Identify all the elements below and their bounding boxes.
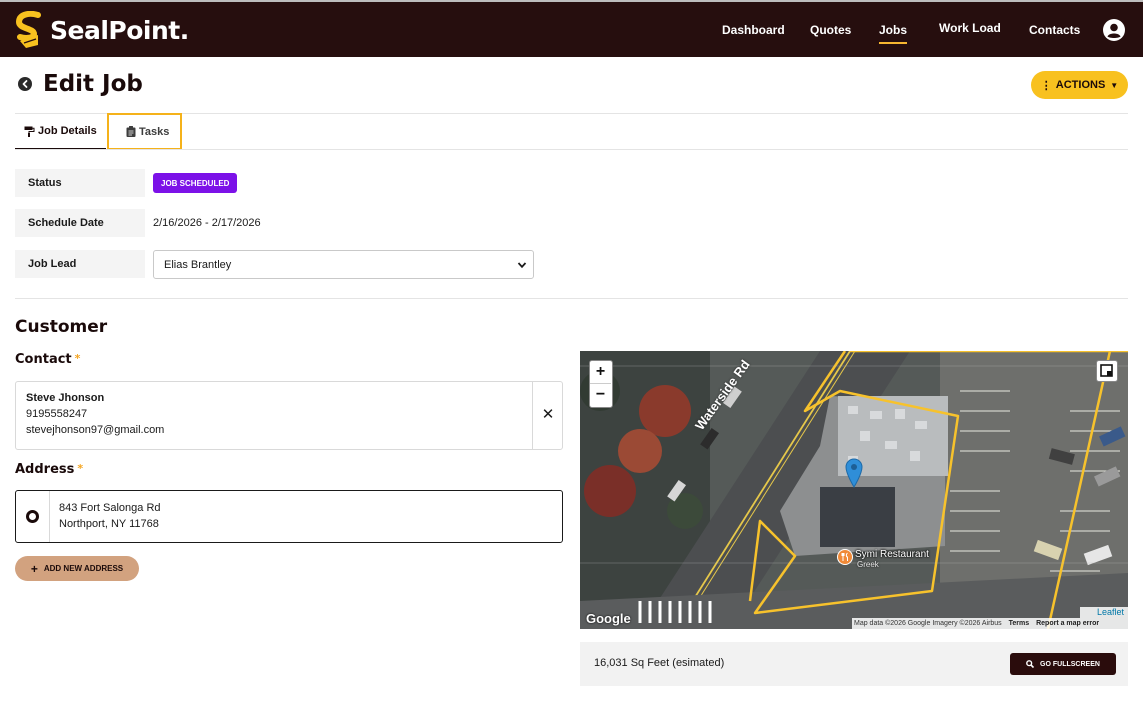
satellite-imagery [580, 351, 1128, 629]
map-data-attribution: Map data ©2026 Google Imagery ©2026 Airb… [854, 620, 1002, 627]
nav-item-contacts[interactable]: Contacts [1029, 23, 1080, 37]
go-fullscreen-label: GO FULLSCREEN [1040, 660, 1100, 668]
nav-item-quotes[interactable]: Quotes [810, 23, 851, 37]
tab-tasks-label: Tasks [139, 125, 170, 138]
location-pin-icon[interactable] [845, 458, 863, 488]
contact-card-divider [532, 382, 533, 449]
add-new-address-label: ADD NEW ADDRESS [43, 564, 124, 573]
contact-phone: 9195558247 [26, 408, 88, 420]
search-icon [1026, 660, 1035, 668]
nav-item-workload[interactable]: Work Load [939, 21, 1001, 35]
sealpoint-logo-icon [15, 11, 41, 48]
poi-category: Greek [857, 560, 879, 569]
area-estimate: 16,031 Sq Feet (esimated) [594, 657, 725, 669]
address-radio-selected[interactable] [26, 510, 39, 523]
map-attribution-bar: Map data ©2026 Google Imagery ©2026 Airb… [852, 618, 1128, 629]
contact-heading-label: Contact [15, 352, 72, 367]
poi-name: Symi Restaurant [855, 549, 929, 560]
caret-down-icon: ▼ [1110, 80, 1119, 90]
kebab-icon: ⋮ [1040, 79, 1052, 92]
schedule-date-value: 2/16/2026 - 2/17/2026 [153, 217, 261, 229]
section-divider [15, 298, 1128, 299]
address-heading: Address * [15, 462, 83, 477]
brand-name: SealPoint. [50, 15, 189, 45]
nav-item-jobs[interactable]: Jobs [879, 23, 908, 44]
job-lead-label: Job Lead [15, 250, 145, 278]
user-circle-icon[interactable] [1103, 19, 1125, 41]
zoom-control: + − [589, 360, 613, 408]
go-fullscreen-button[interactable]: GO FULLSCREEN [1010, 653, 1116, 675]
tabs-divider [15, 149, 1128, 150]
clipboard-icon [126, 126, 136, 137]
active-nav-indicator [879, 42, 908, 44]
actions-label: ACTIONS [1055, 79, 1106, 91]
address-line2: Northport, NY 11768 [59, 518, 159, 530]
contact-email: stevejhonson97@gmail.com [26, 424, 165, 436]
satellite-map[interactable]: Waterside Rd + − Symi Restaurant Greek G… [580, 351, 1128, 629]
tab-job-details[interactable]: Job Details [15, 114, 106, 150]
nav-item-jobs-label: Jobs [879, 23, 908, 37]
restaurant-icon [837, 549, 853, 565]
contact-heading: Contact * [15, 352, 80, 367]
address-line1: 843 Fort Salonga Rd [59, 502, 161, 514]
add-new-address-button[interactable]: + ADD NEW ADDRESS [15, 556, 139, 581]
status-badge: JOB SCHEDULED [153, 173, 238, 193]
map-footer: 16,031 Sq Feet (esimated) GO FULLSCREEN [580, 642, 1128, 686]
tab-job-details-label: Job Details [38, 125, 97, 137]
leaflet-attribution[interactable]: Leaflet [1080, 607, 1128, 618]
google-logo: Google [586, 611, 631, 626]
address-card-divider [49, 491, 50, 542]
nav-item-dashboard[interactable]: Dashboard [722, 23, 785, 37]
required-marker: * [74, 352, 81, 365]
required-marker: * [77, 462, 84, 475]
tab-tasks[interactable]: Tasks [107, 113, 182, 150]
schedule-date-label: Schedule Date [15, 209, 145, 237]
zoom-in-button[interactable]: + [590, 361, 611, 383]
actions-button[interactable]: ⋮ ACTIONS ▼ [1031, 71, 1128, 99]
leaflet-link[interactable]: Leaflet [1097, 607, 1124, 617]
report-map-error-link[interactable]: Report a map error [1036, 620, 1099, 627]
fullscreen-icon [1100, 364, 1113, 377]
paint-roller-icon [24, 126, 35, 137]
brand-logo[interactable]: SealPoint. [14, 11, 189, 49]
plus-icon: + [30, 561, 38, 576]
contact-card: Steve Jhonson 9195558247 stevejhonson97@… [15, 381, 563, 450]
terms-link[interactable]: Terms [1009, 620, 1030, 627]
map-fullscreen-toggle[interactable] [1096, 360, 1118, 382]
zoom-out-button[interactable]: − [590, 383, 611, 405]
address-option[interactable]: 843 Fort Salonga Rd Northport, NY 11768 [15, 490, 563, 543]
contact-name: Steve Jhonson [26, 392, 105, 404]
job-lead-selected-value: Elias Brantley [164, 258, 232, 271]
chevron-down-icon [517, 262, 527, 269]
status-label: Status [15, 169, 145, 197]
customer-section-title: Customer [15, 317, 108, 337]
address-heading-label: Address [15, 462, 75, 477]
top-navbar: SealPoint. Dashboard Quotes Jobs Work Lo… [0, 0, 1143, 57]
job-lead-select[interactable]: Elias Brantley [153, 250, 534, 279]
page-title: Edit Job [43, 71, 143, 97]
arrow-left-circle-icon[interactable] [18, 77, 32, 91]
remove-contact-button[interactable]: ✕ [540, 407, 556, 423]
